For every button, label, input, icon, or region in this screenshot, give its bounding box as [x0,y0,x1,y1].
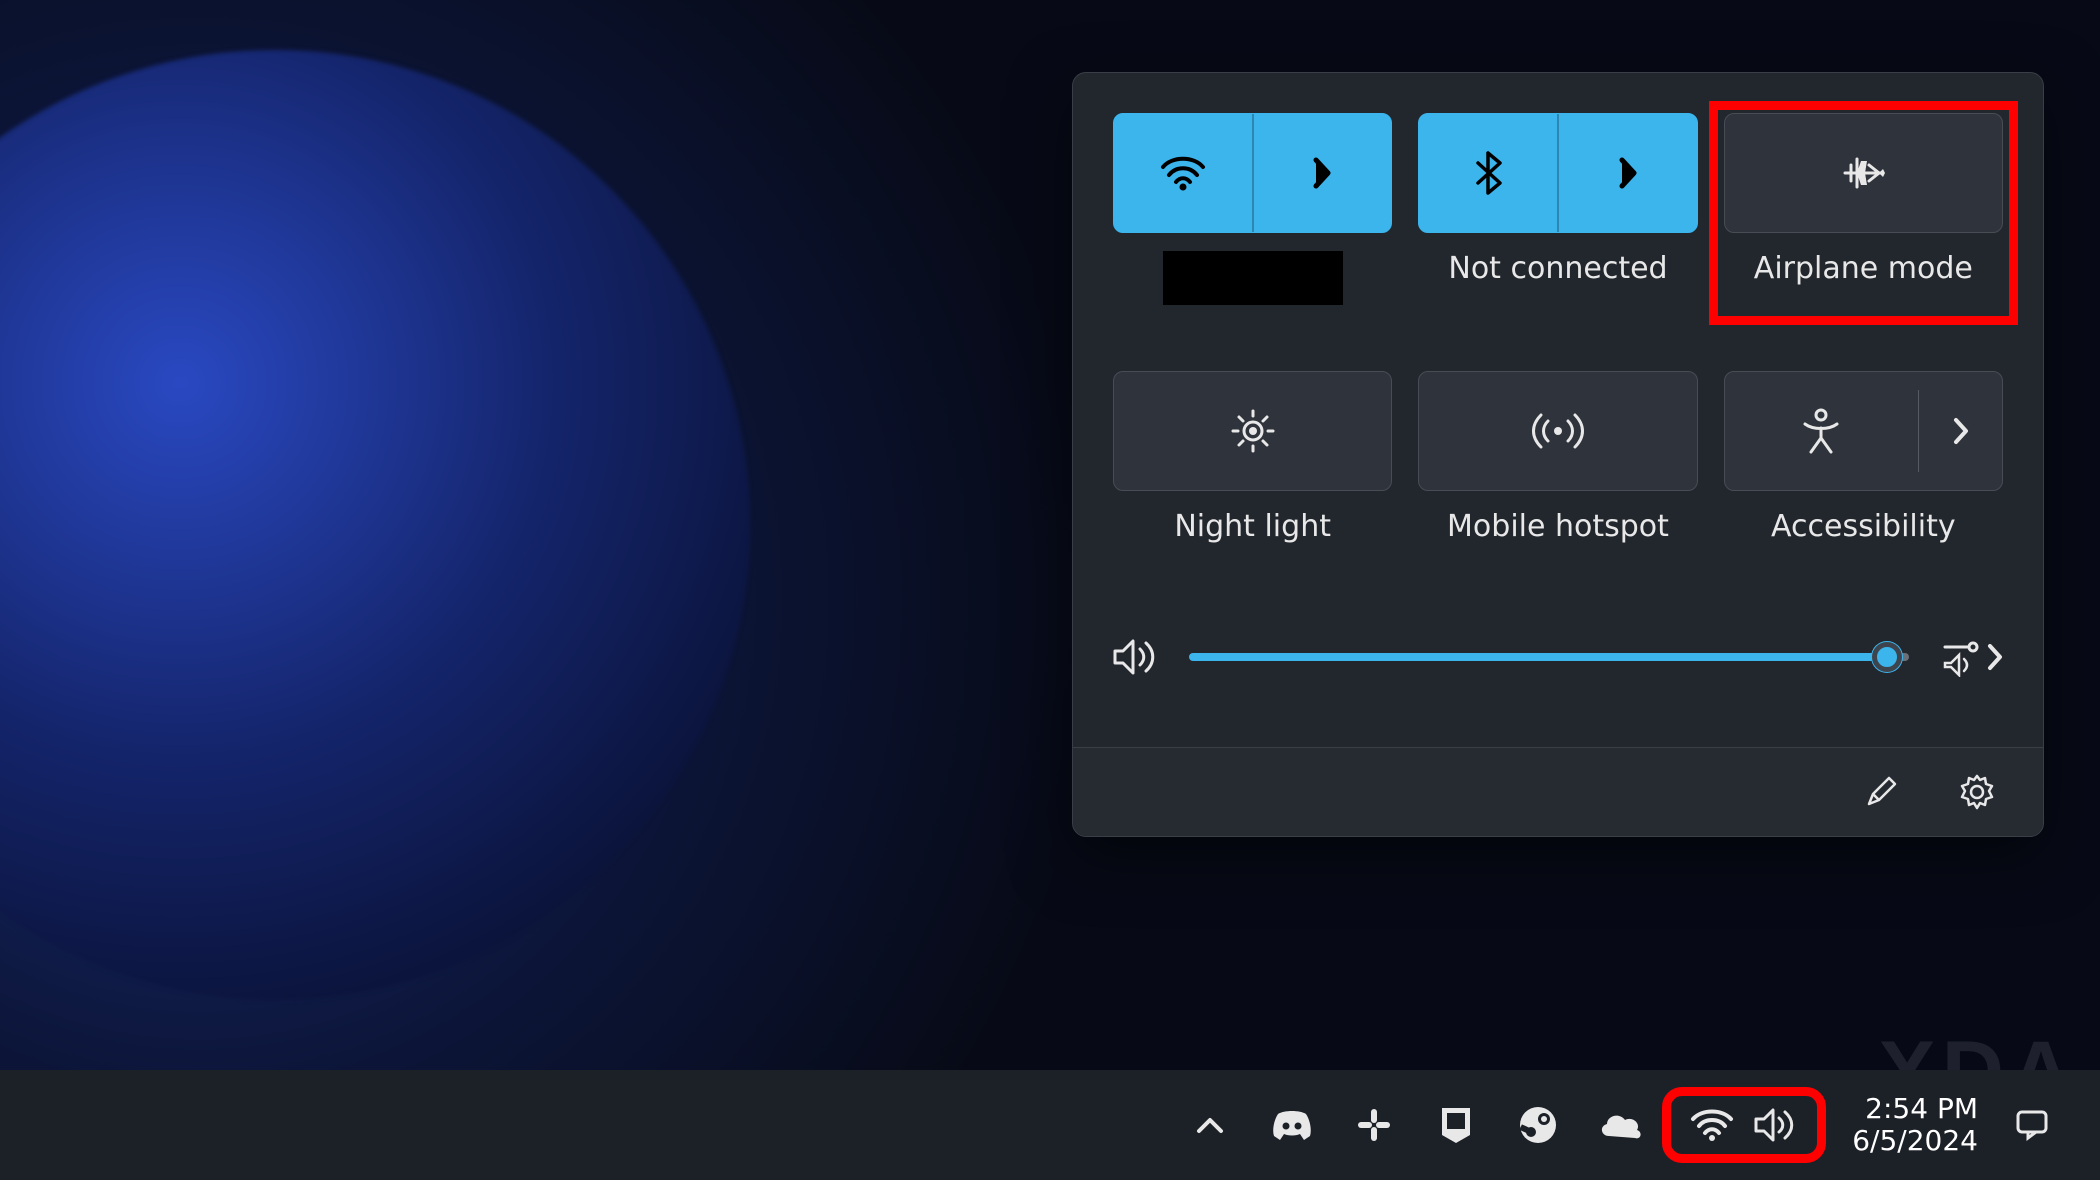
mobile-hotspot-tile[interactable] [1418,371,1697,491]
wifi-tile[interactable] [1113,113,1392,233]
audio-output-icon [1939,637,1983,677]
mobile-hotspot-label: Mobile hotspot [1447,509,1669,549]
bluetooth-tile[interactable] [1418,113,1697,233]
chevron-up-icon [1196,1116,1224,1134]
taskbar-clock[interactable]: 2:54 PM 6/5/2024 [1852,1093,1978,1157]
volume-slider-thumb[interactable] [1872,642,1902,672]
steam-tray-icon[interactable] [1514,1101,1562,1149]
accessibility-expand[interactable] [1919,372,2002,490]
chevron-right-icon [1953,417,1969,445]
steam-icon [1518,1105,1558,1145]
notifications-button[interactable] [2008,1101,2056,1149]
tile-cell-night-light: Night light [1113,371,1392,549]
night-light-label: Night light [1174,509,1331,549]
taskbar-volume-icon [1754,1107,1798,1143]
chevron-right-icon [1618,156,1638,190]
tile-cell-accessibility: Accessibility [1724,371,2003,549]
settings-button[interactable] [1951,766,2003,818]
discord-icon [1270,1108,1314,1142]
wifi-label-redacted [1163,251,1343,305]
accessibility-tile[interactable] [1724,371,2003,491]
volume-icon[interactable] [1113,637,1159,677]
edit-quick-settings-button[interactable] [1855,766,1907,818]
tray-overflow-button[interactable] [1186,1101,1234,1149]
tile-cell-hotspot: Mobile hotspot [1418,371,1697,549]
discord-tray-icon[interactable] [1268,1101,1316,1149]
row-gap [1113,319,2003,357]
tile-cell-airplane: Airplane mode [1715,107,2012,319]
quick-settings-flyout: Not connected Airplane mode [1072,72,2044,837]
slack-icon [1356,1107,1392,1143]
bluetooth-icon [1474,151,1502,195]
network-volume-cluster[interactable] [1672,1097,1816,1153]
wifi-icon [1160,155,1206,191]
accessibility-toggle[interactable] [1725,372,1918,490]
pencil-icon [1863,774,1899,810]
gear-icon [1958,773,1996,811]
bluetooth-label: Not connected [1448,251,1667,291]
accessibility-label: Accessibility [1771,509,1956,549]
hotspot-icon [1532,411,1584,451]
bluetooth-toggle[interactable] [1419,114,1557,232]
night-light-icon [1231,409,1275,453]
airplane-mode-label: Airplane mode [1754,251,1973,291]
wifi-toggle[interactable] [1114,114,1252,232]
epic-games-icon [1439,1105,1473,1145]
cloud-icon [1597,1110,1643,1140]
system-tray [1186,1101,1644,1149]
notification-icon [2014,1108,2050,1142]
volume-slider[interactable] [1189,653,1909,661]
tile-cell-bluetooth: Not connected [1418,113,1697,305]
volume-row [1113,637,2003,677]
tile-cell-wifi [1113,113,1392,305]
quick-settings-grid: Not connected Airplane mode [1113,113,2003,549]
taskbar-wifi-icon [1690,1108,1734,1142]
flyout-footer [1073,747,2043,836]
epic-games-tray-icon[interactable] [1432,1101,1480,1149]
bluetooth-expand[interactable] [1559,114,1697,232]
wifi-expand[interactable] [1254,114,1392,232]
night-light-tile[interactable] [1113,371,1392,491]
chevron-right-icon [1312,156,1332,190]
onedrive-tray-icon[interactable] [1596,1101,1644,1149]
clock-date: 6/5/2024 [1852,1125,1978,1157]
airplane-mode-tile[interactable] [1724,113,2003,233]
taskbar: 2:54 PM 6/5/2024 [0,1070,2100,1180]
wallpaper-swirl [0,50,750,1000]
accessibility-icon [1801,408,1841,454]
volume-output-select[interactable] [1939,637,2003,677]
chevron-right-icon [1987,643,2003,671]
clock-time: 2:54 PM [1865,1093,1978,1125]
airplane-icon [1839,153,1887,193]
slack-tray-icon[interactable] [1350,1101,1398,1149]
